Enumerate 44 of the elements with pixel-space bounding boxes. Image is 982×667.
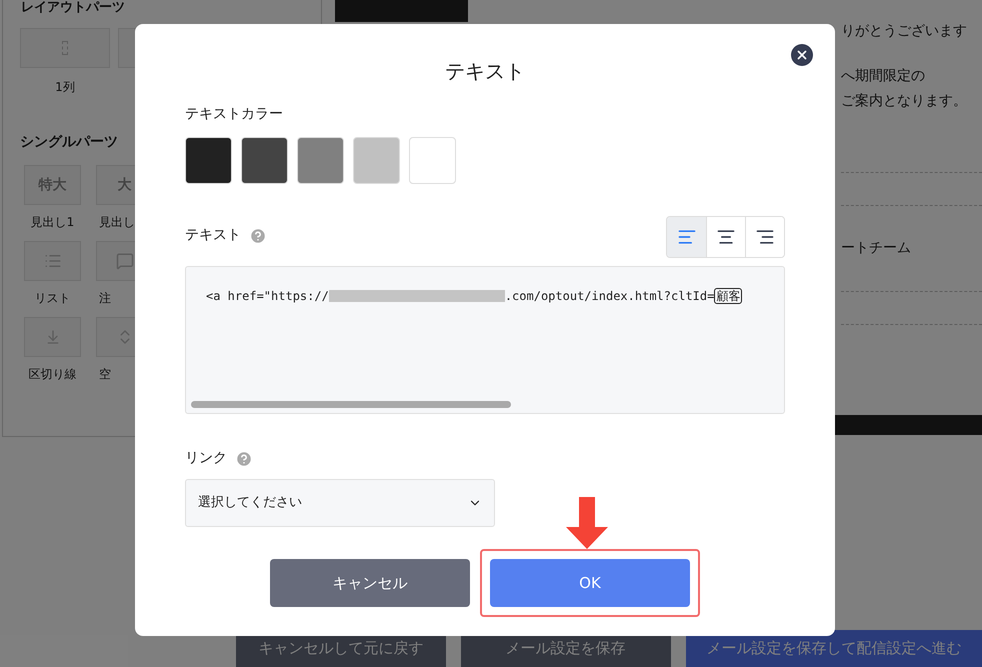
dialog-title: テキスト <box>444 58 526 84</box>
color-swatch[interactable] <box>185 137 232 184</box>
close-icon <box>795 48 809 62</box>
part-label: 区切り線 <box>28 366 76 383</box>
link-select[interactable]: 選択してください <box>185 479 495 527</box>
help-icon[interactable] <box>235 450 253 468</box>
part-label: 空 <box>99 366 111 383</box>
footer-button[interactable]: メール設定を保存して配信設定へ進む <box>686 630 982 667</box>
ok-button[interactable]: OK <box>490 559 690 607</box>
code-text: .com/optout/index.html?cltId= <box>504 288 714 305</box>
section-heading: レイアウトパーツ <box>21 0 125 16</box>
part-tile[interactable] <box>20 28 110 68</box>
color-swatch[interactable] <box>297 137 344 184</box>
part-tile[interactable] <box>24 317 81 357</box>
field-label: テキストカラー <box>185 105 284 124</box>
part-label: 見出し1 <box>30 214 74 231</box>
field-label: リンク <box>185 449 227 468</box>
part-label: 注 <box>99 290 111 307</box>
field-label: テキスト <box>185 226 241 245</box>
placeholder-tag: 顧客 <box>714 288 742 304</box>
divider-icon <box>44 329 60 345</box>
preview-text: ご案内となります。 <box>841 92 968 111</box>
color-swatch[interactable] <box>353 137 400 184</box>
arrow-down-icon <box>566 497 608 549</box>
part-label: リスト <box>34 290 70 307</box>
align-button[interactable] <box>745 217 784 257</box>
help-icon[interactable] <box>249 226 267 244</box>
list-icon <box>44 252 62 270</box>
column-icon <box>62 41 68 55</box>
part-tile[interactable] <box>24 241 81 281</box>
section-heading: シングルパーツ <box>20 133 119 152</box>
close-button[interactable] <box>791 44 813 66</box>
part-label: 1列 <box>55 79 75 96</box>
code-field[interactable]: <a href="https:// .com/optout/index.html?cltId= 顧客 <box>185 266 785 414</box>
preview-text: へ期間限定の <box>841 67 926 86</box>
speech-bubble-icon <box>116 252 134 270</box>
color-swatch[interactable] <box>241 137 288 184</box>
code-text: <a href="https:// <box>206 288 329 305</box>
part-label: 見出し <box>99 214 135 231</box>
preview-text: りがとうございます <box>841 22 968 41</box>
scrollbar-thumb[interactable] <box>191 401 511 408</box>
color-swatch[interactable] <box>409 137 456 184</box>
cancel-button[interactable]: キャンセル <box>270 559 470 607</box>
preview-text: ートチーム <box>841 239 912 258</box>
